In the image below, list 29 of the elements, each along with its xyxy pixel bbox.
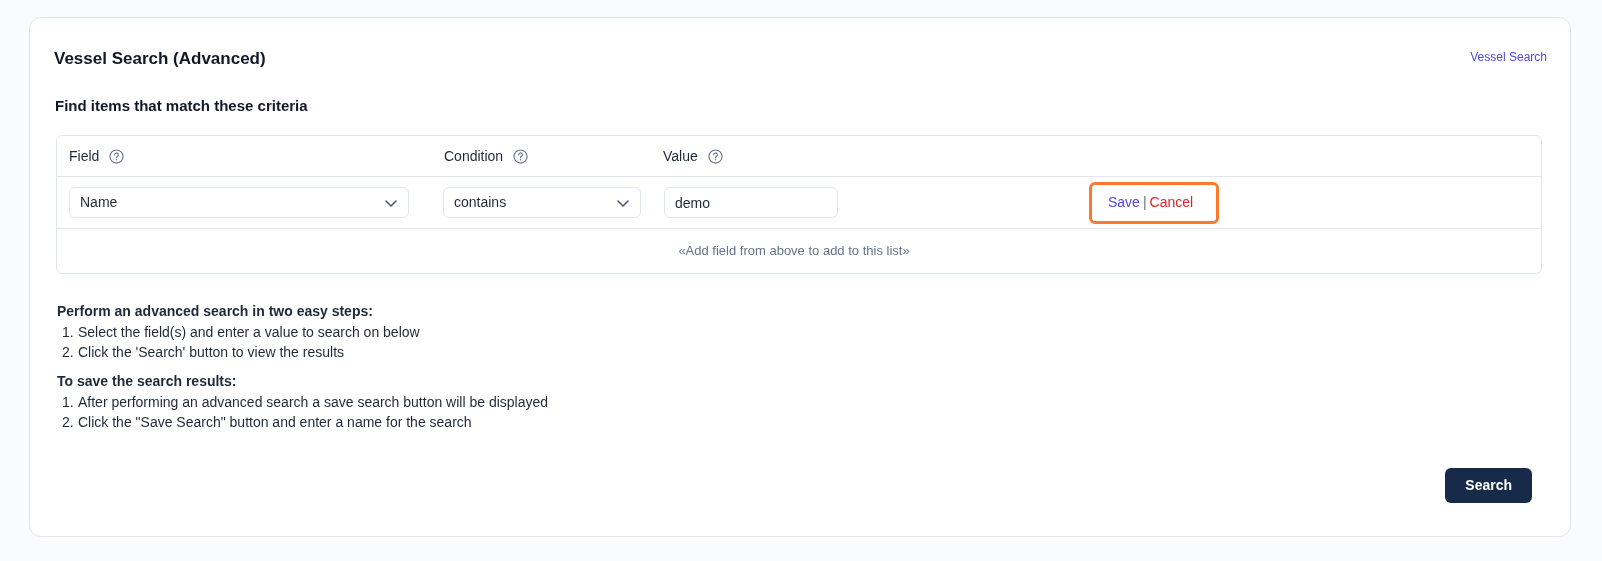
section-title: Find items that match these criteria	[55, 95, 309, 116]
step-number: 2.	[62, 343, 75, 362]
step-number: 1.	[62, 323, 75, 342]
page-title: Vessel Search (Advanced)	[54, 48, 266, 70]
instructions-heading: Perform an advanced search in two easy steps:	[57, 302, 374, 321]
step-text: Click the "Save Search" button and enter a name for the search	[78, 413, 472, 432]
help-icon[interactable]	[109, 148, 125, 164]
help-icon[interactable]	[513, 148, 529, 164]
step-number: 1.	[62, 393, 75, 412]
step-text: After performing an advanced search a save search button will be displayed	[78, 393, 549, 412]
condition-select[interactable]: contains	[443, 187, 641, 218]
column-header: Field	[69, 146, 100, 166]
value-input[interactable]: demo	[664, 187, 838, 218]
step-text: Click the 'Search' button to view the results	[78, 343, 345, 362]
field-select[interactable]: Name	[69, 187, 409, 218]
column-header: Value	[663, 146, 698, 166]
step-text: Select the field(s) and enter a value to search on below	[78, 323, 420, 342]
step-number: 2.	[62, 413, 75, 432]
select-value: Name	[80, 193, 118, 212]
instructions-heading: To save the search results:	[57, 372, 238, 391]
column-header: Condition	[444, 146, 504, 166]
select-value: contains	[454, 193, 507, 212]
cancel-link[interactable]: Cancel	[1149, 192, 1194, 213]
separator: |	[1142, 193, 1147, 212]
hint-text: «Add field from above to add to this list»	[678, 242, 910, 261]
help-icon[interactable]	[707, 148, 723, 164]
save-link[interactable]: Save	[1108, 192, 1140, 213]
vessel-search-link[interactable]: Vessel Search	[1470, 48, 1547, 66]
search-button[interactable]: Search	[1445, 468, 1532, 503]
